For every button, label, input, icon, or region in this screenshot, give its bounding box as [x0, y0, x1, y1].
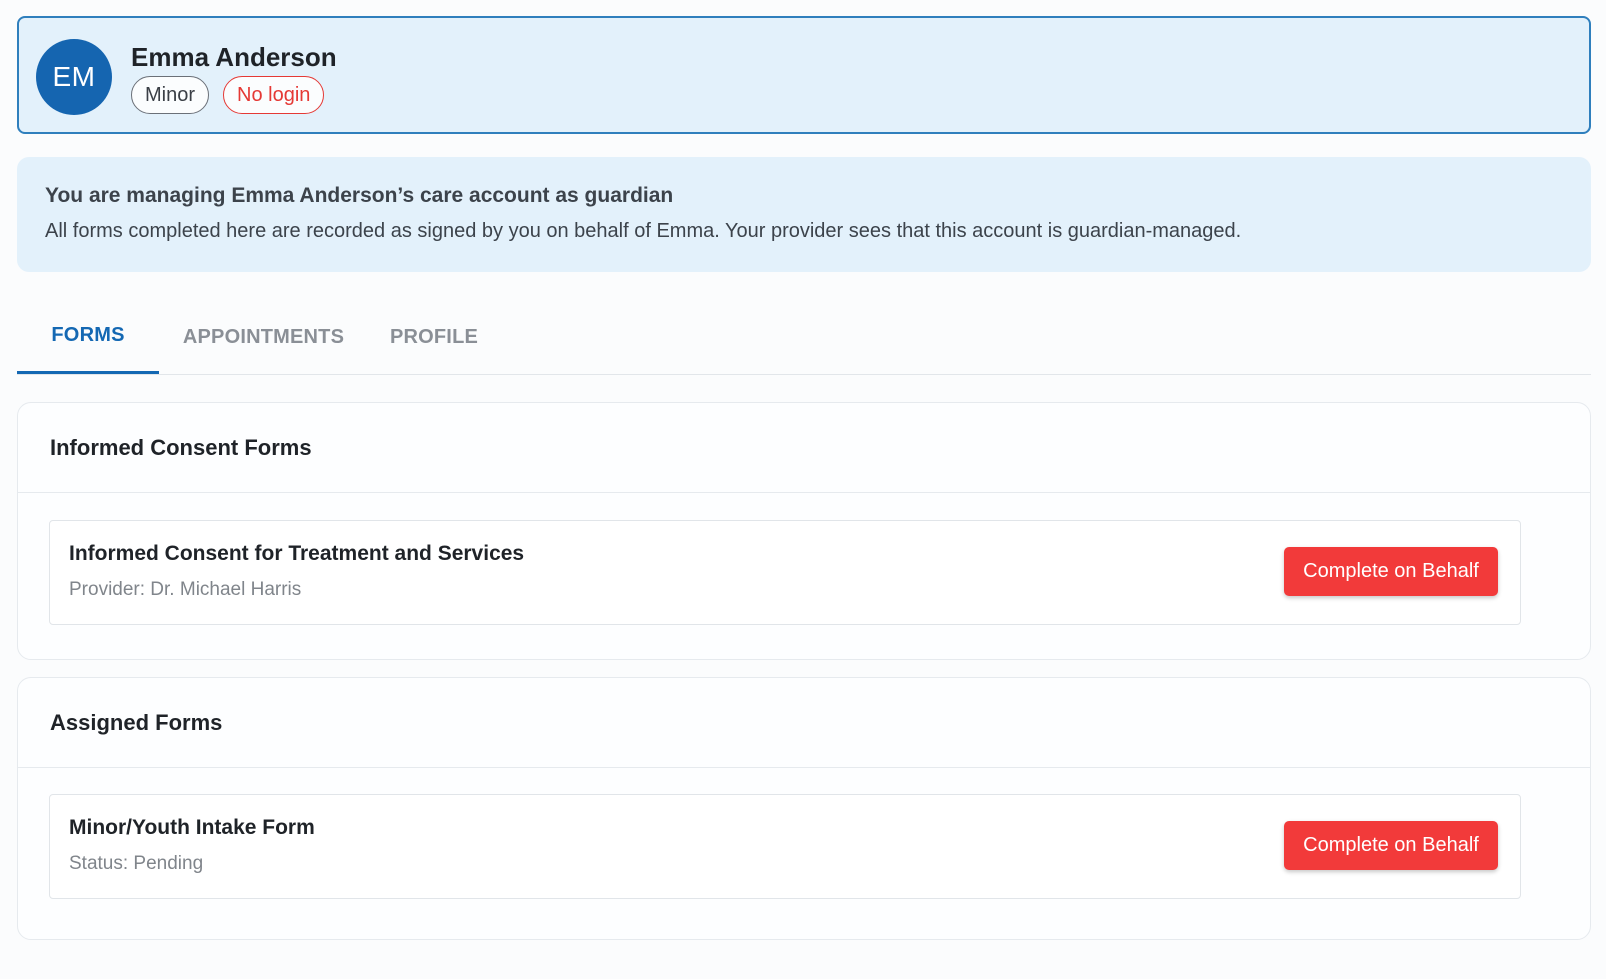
avatar: EM	[36, 39, 112, 115]
form-item: Minor/Youth Intake Form Status: Pending …	[49, 794, 1521, 899]
patient-chips: Minor No login	[131, 76, 325, 114]
section-title: Informed Consent Forms	[50, 435, 312, 460]
patient-name: Emma Anderson	[131, 42, 337, 72]
guardian-notice-body: All forms completed here are recorded as…	[45, 220, 1242, 242]
form-provider: Provider: Dr. Michael Harris	[69, 579, 302, 600]
tab-profile[interactable]: PROFILE	[374, 300, 494, 374]
form-title: Informed Consent for Treatment and Servi…	[69, 542, 525, 565]
assigned-forms-section: Assigned Forms Minor/Youth Intake Form S…	[17, 677, 1591, 940]
section-header: Informed Consent Forms	[18, 403, 1590, 493]
section-header: Assigned Forms	[18, 678, 1590, 768]
tab-appointments[interactable]: APPOINTMENTS	[167, 300, 360, 374]
complete-on-behalf-button[interactable]: Complete on Behalf	[1284, 821, 1498, 870]
patient-header-card: EM Emma Anderson Minor No login	[17, 16, 1591, 134]
form-status: Status: Pending	[69, 853, 204, 874]
form-title: Minor/Youth Intake Form	[69, 816, 315, 839]
no-login-badge: No login	[223, 76, 325, 114]
tab-bar: FORMS APPOINTMENTS PROFILE	[17, 300, 1591, 375]
minor-badge: Minor	[131, 76, 210, 114]
informed-consent-section: Informed Consent Forms Informed Consent …	[17, 402, 1591, 660]
guardian-forms-page: EM Emma Anderson Minor No login You are …	[0, 0, 1606, 979]
guardian-notice-title: You are managing Emma Anderson’s care ac…	[45, 184, 674, 207]
form-item: Informed Consent for Treatment and Servi…	[49, 520, 1521, 625]
guardian-notice: You are managing Emma Anderson’s care ac…	[17, 157, 1591, 272]
section-title: Assigned Forms	[50, 710, 223, 735]
complete-on-behalf-button[interactable]: Complete on Behalf	[1284, 547, 1498, 596]
tab-forms[interactable]: FORMS	[17, 300, 159, 374]
